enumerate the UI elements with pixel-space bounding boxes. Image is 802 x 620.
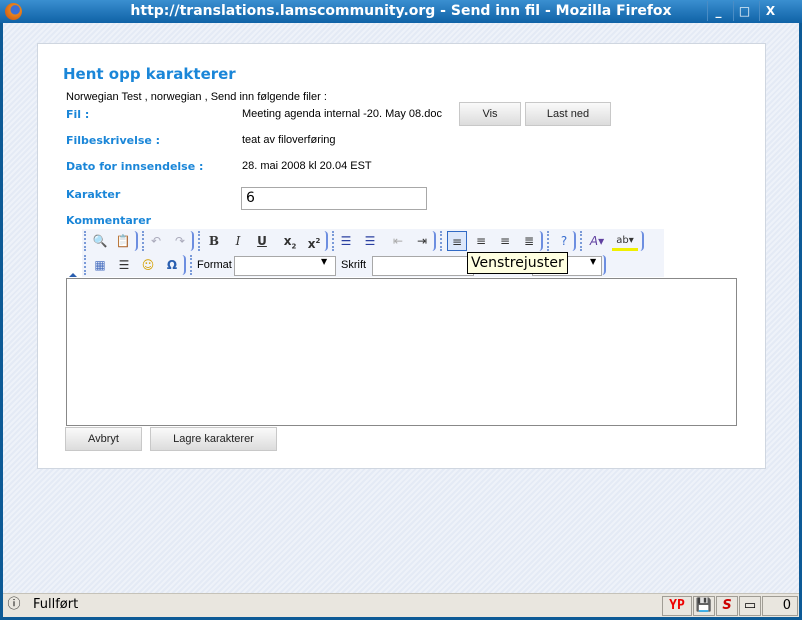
format-label: Format bbox=[197, 259, 232, 271]
paste-word-icon[interactable]: 📋 bbox=[113, 231, 133, 251]
toolbar-separator bbox=[580, 231, 583, 251]
grade-label: Karakter bbox=[66, 188, 121, 201]
toolbar-separator bbox=[84, 255, 87, 275]
toolbar-group-end bbox=[539, 231, 543, 251]
stumble-icon[interactable]: S bbox=[716, 596, 738, 616]
toolbar-group-end bbox=[182, 255, 186, 275]
table-icon[interactable]: ▦ bbox=[90, 255, 110, 275]
chevron-down-icon[interactable]: ▼ bbox=[590, 257, 596, 266]
yp-icon[interactable]: YP bbox=[662, 596, 692, 616]
toolbar-separator bbox=[198, 231, 201, 251]
description-label: Filbeskrivelse : bbox=[66, 134, 161, 147]
ordered-list-icon[interactable]: ☰ bbox=[336, 231, 356, 251]
save-grades-button[interactable]: Lagre karakterer bbox=[150, 427, 277, 451]
toolbar-group-end bbox=[602, 255, 606, 275]
date-value: 28. mai 2008 kl 20.04 EST bbox=[242, 160, 372, 172]
indent-icon[interactable]: ⇥ bbox=[412, 231, 432, 251]
grade-input[interactable]: 6 bbox=[241, 187, 427, 210]
close-button[interactable]: X bbox=[759, 1, 781, 21]
window-titlebar: http://translations.lamscommunity.org - … bbox=[0, 0, 802, 23]
background-color-icon[interactable]: ab▾ bbox=[612, 231, 638, 251]
collapse-toolbar-icon[interactable] bbox=[69, 269, 77, 277]
toolbar-separator bbox=[142, 231, 145, 251]
firefox-logo-icon bbox=[5, 3, 22, 20]
content-panel: Hent opp karakterer Norwegian Test , nor… bbox=[37, 43, 766, 469]
align-left-icon[interactable]: ≡ bbox=[447, 231, 467, 251]
outdent-icon[interactable]: ⇤ bbox=[388, 231, 408, 251]
toolbar-group-end bbox=[190, 231, 194, 251]
chevron-down-icon[interactable]: ▼ bbox=[321, 257, 327, 266]
page-title: Hent opp karakterer bbox=[63, 65, 236, 83]
toolbar-separator bbox=[440, 231, 443, 251]
security-icon[interactable]: ⓘ bbox=[4, 596, 24, 616]
minimize-button[interactable]: _ bbox=[707, 1, 729, 21]
preview-icon[interactable]: 🔍 bbox=[90, 231, 110, 251]
toolbar-group-end bbox=[324, 231, 328, 251]
toolbar-separator bbox=[84, 231, 87, 251]
comments-editor[interactable] bbox=[66, 278, 737, 426]
cancel-button[interactable]: Avbryt bbox=[65, 427, 142, 451]
align-right-icon[interactable]: ≡ bbox=[495, 231, 515, 251]
font-label: Skrift bbox=[341, 259, 367, 271]
file-name: Meeting agenda internal -20. May 08.doc bbox=[242, 108, 442, 120]
intro-text: Norwegian Test , norwegian , Send inn fø… bbox=[66, 91, 327, 103]
file-label: Fil : bbox=[66, 108, 90, 121]
toolbar-group-end bbox=[572, 231, 576, 251]
page-viewport: Hent opp karakterer Norwegian Test , nor… bbox=[3, 23, 799, 593]
description-value: teat av filoverføring bbox=[242, 134, 336, 146]
date-label: Dato for innsendelse : bbox=[66, 160, 204, 173]
toolbar-separator bbox=[547, 231, 550, 251]
comments-label: Kommentarer bbox=[66, 214, 152, 227]
toolbar-separator bbox=[190, 255, 193, 275]
align-center-icon[interactable]: ≡ bbox=[471, 231, 491, 251]
smiley-icon[interactable]: ☺ bbox=[138, 255, 158, 275]
help-icon[interactable]: ? bbox=[554, 231, 574, 251]
subscript-icon[interactable]: x2 bbox=[280, 231, 300, 251]
editor-toolbar: 🔍 📋 ↶ ↷ B I U x2 x2 ☰ ☰ ⇤ ⇥ ≡ ≡ ≡ ≣ ? A▾… bbox=[69, 229, 664, 277]
tooltip: Venstrejuster bbox=[467, 252, 568, 274]
redo-icon[interactable]: ↷ bbox=[170, 231, 190, 251]
bold-icon[interactable]: B bbox=[204, 231, 224, 251]
underline-icon[interactable]: U bbox=[252, 231, 272, 251]
unordered-list-icon[interactable]: ☰ bbox=[360, 231, 380, 251]
toolbar-group-end bbox=[134, 231, 138, 251]
screen-capture-icon[interactable]: ▭ bbox=[739, 596, 761, 616]
download-button[interactable]: Last ned bbox=[525, 102, 611, 126]
save-page-icon[interactable]: 💾 bbox=[693, 596, 715, 616]
font-select[interactable] bbox=[372, 256, 474, 276]
text-color-icon[interactable]: A▾ bbox=[584, 231, 610, 251]
toolbar-group-end bbox=[640, 231, 644, 251]
special-char-icon[interactable]: Ω bbox=[162, 255, 182, 275]
toolbar-separator bbox=[332, 231, 335, 251]
view-button[interactable]: Vis bbox=[459, 102, 521, 126]
status-bar: ⓘ Fullført YP 💾 S ▭ 0 bbox=[3, 593, 799, 617]
toolbar-group-end bbox=[432, 231, 436, 251]
notification-counter[interactable]: 0 bbox=[762, 596, 798, 616]
horizontal-rule-icon[interactable]: ☰ bbox=[114, 255, 134, 275]
status-text: Fullført bbox=[33, 597, 79, 612]
superscript-icon[interactable]: x2 bbox=[304, 231, 324, 251]
window-title: http://translations.lamscommunity.org - … bbox=[130, 3, 672, 19]
undo-icon[interactable]: ↶ bbox=[146, 231, 166, 251]
maximize-button[interactable]: □ bbox=[733, 1, 755, 21]
justify-icon[interactable]: ≣ bbox=[519, 231, 539, 251]
italic-icon[interactable]: I bbox=[228, 231, 248, 251]
